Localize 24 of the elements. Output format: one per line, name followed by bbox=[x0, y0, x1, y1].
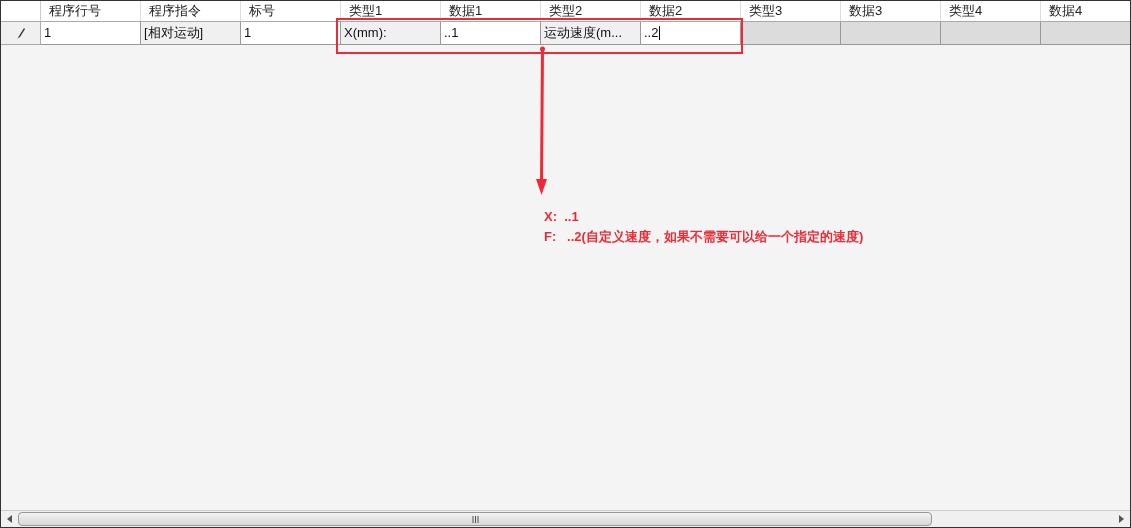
table-cell[interactable]: X(mm): bbox=[341, 22, 441, 45]
column-header[interactable]: 标号 bbox=[249, 4, 275, 18]
table-cell[interactable]: 1 bbox=[241, 22, 341, 45]
table-cell[interactable]: 运动速度(m... bbox=[541, 22, 641, 45]
annotation-text: X: ..1 bbox=[544, 208, 580, 226]
column-header[interactable]: 类型3 bbox=[749, 4, 783, 18]
annotation-text: F: ..2(自定义速度，如果不需要可以给一个指定的速度) bbox=[544, 228, 864, 246]
column-header[interactable]: 数据3 bbox=[849, 4, 883, 18]
column-header[interactable]: 类型1 bbox=[349, 4, 383, 18]
column-header[interactable]: 程序指令 bbox=[149, 4, 201, 18]
cell-input-field[interactable]: ..2 bbox=[641, 22, 741, 45]
left-arrow-icon bbox=[7, 515, 12, 523]
grip-icon bbox=[471, 515, 479, 523]
column-header[interactable]: 数据4 bbox=[1049, 4, 1083, 18]
column-header[interactable]: 数据1 bbox=[449, 4, 483, 18]
column-header[interactable]: 数据2 bbox=[649, 4, 683, 18]
right-arrow-icon bbox=[1119, 515, 1124, 523]
column-header[interactable]: 类型2 bbox=[549, 4, 583, 18]
column-header[interactable]: 程序行号 bbox=[49, 4, 101, 18]
table-cell[interactable]: [相对运动] bbox=[141, 22, 241, 45]
column-header[interactable]: 类型4 bbox=[949, 4, 983, 18]
table-cell[interactable]: 1 bbox=[41, 22, 141, 45]
scrollbar-thumb[interactable] bbox=[18, 512, 932, 526]
table-cell[interactable]: ..1 bbox=[441, 22, 541, 45]
